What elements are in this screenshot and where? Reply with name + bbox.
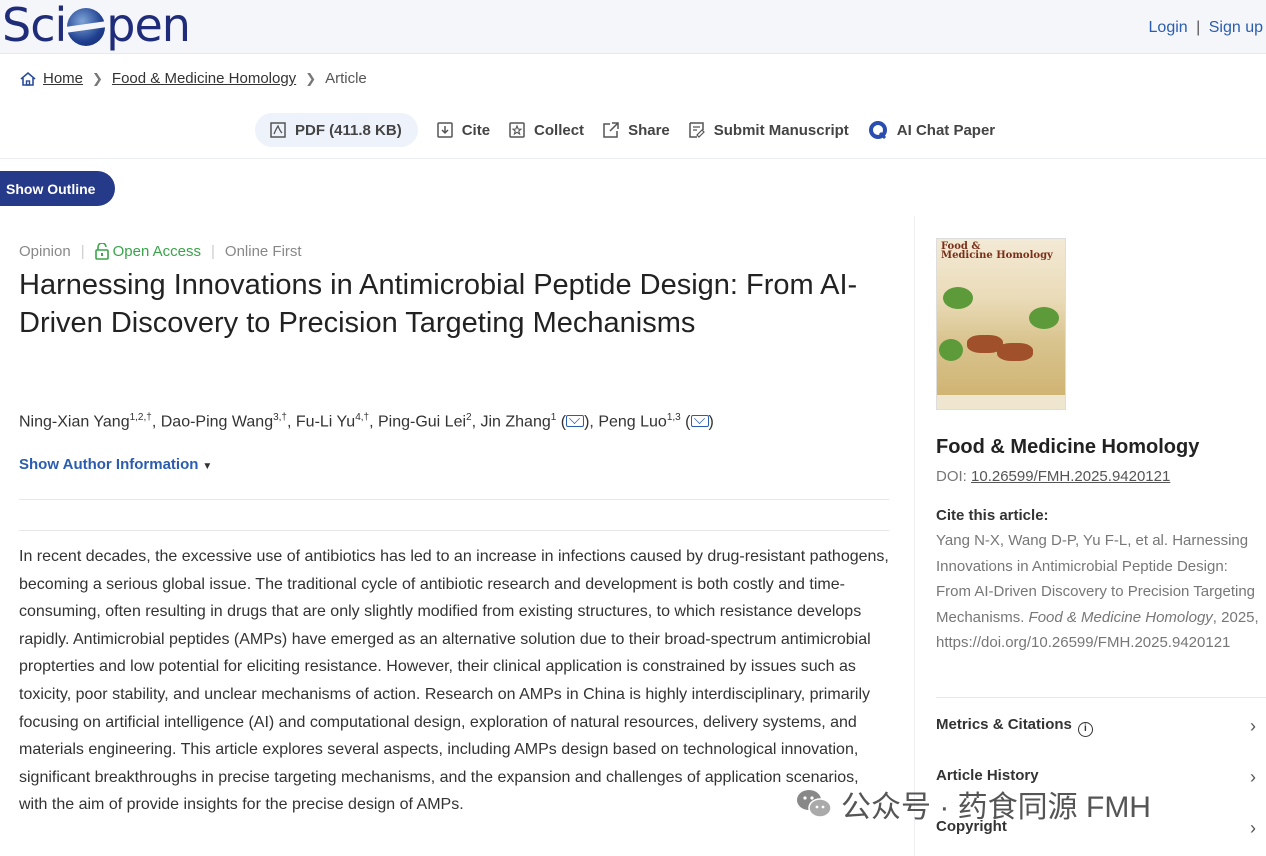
cover-title-line2: Medicine Homology — [941, 250, 1053, 261]
watermark-text: 公众号 · 药食同源 FMH — [841, 791, 1151, 824]
collect-button[interactable]: Collect — [508, 113, 584, 147]
cite-label: Cite — [461, 121, 491, 139]
chevron-right-icon: › — [1250, 767, 1256, 787]
meta-divider: | — [211, 243, 215, 260]
author-name[interactable]: Peng Luo — [598, 413, 667, 430]
download-icon — [436, 122, 453, 138]
article-toolbar: PDF (411.8 KB) Cite Collect Share Submit… — [255, 113, 995, 147]
divider — [936, 697, 1266, 698]
column-divider — [914, 216, 915, 856]
info-icon[interactable]: i — [1077, 722, 1093, 737]
author-affiliation: 1,3 — [666, 412, 681, 423]
share-label: Share — [628, 121, 670, 139]
collect-label: Collect — [534, 121, 585, 139]
cite-heading: Cite this article: — [936, 507, 1049, 524]
divider — [19, 530, 889, 531]
metrics-label: Metrics & Citations — [936, 716, 1072, 733]
show-outline-button[interactable]: Show Outline — [0, 171, 115, 206]
caret-down-icon: ▼ — [202, 461, 213, 472]
cover-tree — [1029, 307, 1059, 329]
divider — [19, 499, 889, 500]
sciopen-logo[interactable]: Sci pen — [2, 0, 191, 52]
breadcrumb-journal[interactable]: Food & Medicine Homology — [112, 70, 296, 87]
home-icon — [20, 71, 36, 86]
article-meta: Opinion | Open Access | Online First — [19, 243, 302, 260]
author-affiliation: 1 — [550, 412, 557, 423]
email-icon[interactable] — [566, 415, 585, 428]
cite-button[interactable]: Cite — [436, 113, 490, 147]
article-title: Harnessing Innovations in Antimicrobial … — [19, 269, 858, 339]
manuscript-icon — [689, 122, 705, 138]
logo-text-left: Sci — [2, 0, 67, 52]
cover-horse — [997, 343, 1033, 361]
author-name[interactable]: Fu-Li Yu — [296, 413, 355, 430]
author-name[interactable]: Dao-Ping Wang — [161, 413, 273, 430]
journal-cover[interactable]: Food & Medicine Homology — [936, 238, 1066, 410]
lock-open-icon — [94, 243, 109, 260]
share-icon — [603, 122, 619, 138]
email-icon[interactable] — [690, 415, 709, 428]
cover-footer — [937, 395, 1065, 409]
author-affiliation: 4,† — [355, 412, 370, 423]
metrics-citations-row[interactable]: Metrics & Citations i › — [936, 716, 1260, 737]
submit-manuscript-button[interactable]: Submit Manuscript — [688, 113, 849, 147]
share-button[interactable]: Share — [602, 113, 670, 147]
article-status: Online First — [224, 243, 302, 260]
breadcrumb-home[interactable]: Home — [43, 70, 83, 87]
globe-icon — [67, 8, 106, 46]
auth-links: Login | Sign up — [1149, 19, 1263, 37]
site-header: Sci pen Login | Sign up — [0, 0, 1266, 54]
toolbar-divider — [0, 158, 1266, 159]
pdf-button[interactable]: PDF (411.8 KB) — [255, 113, 418, 147]
author-name[interactable]: Jin Zhang — [480, 413, 550, 430]
cover-tree — [943, 287, 973, 309]
ai-chat-button[interactable]: AI Chat Paper — [867, 113, 995, 147]
wechat-watermark: 公众号 · 药食同源 FMH — [795, 782, 1151, 826]
show-author-label: Show Author Information — [19, 456, 199, 473]
logo-text-right: pen — [106, 0, 191, 52]
pdf-label: PDF (411.8 KB) — [295, 121, 402, 139]
open-access-badge: Open Access — [94, 243, 201, 260]
chevron-right-icon: ❯ — [92, 70, 103, 86]
ai-chat-icon — [868, 121, 887, 140]
meta-divider: | — [80, 243, 85, 260]
author-affiliation: 1,2,† — [129, 412, 152, 423]
star-icon — [509, 122, 525, 138]
ai-chat-label: AI Chat Paper — [896, 121, 996, 139]
citation-text: Yang N-X, Wang D-P, Yu F-L, et al. Harne… — [936, 528, 1262, 656]
submit-label: Submit Manuscript — [713, 121, 849, 139]
signup-link[interactable]: Sign up — [1209, 19, 1263, 36]
abstract-text: In recent decades, the excessive use of … — [19, 548, 889, 814]
author-name[interactable]: Ning-Xian Yang — [19, 413, 130, 430]
author-affiliation: 2 — [466, 412, 472, 423]
article-type: Opinion — [19, 243, 71, 260]
breadcrumb-current: Article — [325, 70, 367, 87]
chevron-right-icon: › — [1250, 716, 1256, 736]
breadcrumb: Home ❯ Food & Medicine Homology ❯ Articl… — [19, 70, 367, 87]
cover-tree — [939, 339, 963, 361]
pdf-icon — [270, 122, 286, 138]
author-name[interactable]: Ping-Gui Lei — [378, 413, 466, 430]
citation-journal: Food & Medicine Homology — [1028, 608, 1213, 626]
author-list: Ning-Xian Yang1,2,†, Dao-Ping Wang3,†, F… — [19, 412, 714, 431]
auth-separator: | — [1196, 19, 1201, 36]
cover-title: Food & Medicine Homology — [941, 242, 1053, 261]
open-access-label: Open Access — [112, 243, 201, 260]
journal-name[interactable]: Food & Medicine Homology — [936, 436, 1199, 459]
wechat-icon — [797, 790, 832, 818]
doi-label: DOI: — [936, 468, 967, 485]
login-link[interactable]: Login — [1149, 19, 1188, 36]
chevron-right-icon: › — [1250, 818, 1256, 838]
chevron-right-icon: ❯ — [305, 70, 317, 86]
doi-line: DOI: 10.26599/FMH.2025.9420121 — [936, 468, 1170, 485]
doi-link[interactable]: 10.26599/FMH.2025.9420121 — [971, 468, 1170, 485]
author-affiliation: 3,† — [273, 412, 287, 423]
show-author-info-toggle[interactable]: Show Author Information ▼ — [19, 456, 212, 473]
